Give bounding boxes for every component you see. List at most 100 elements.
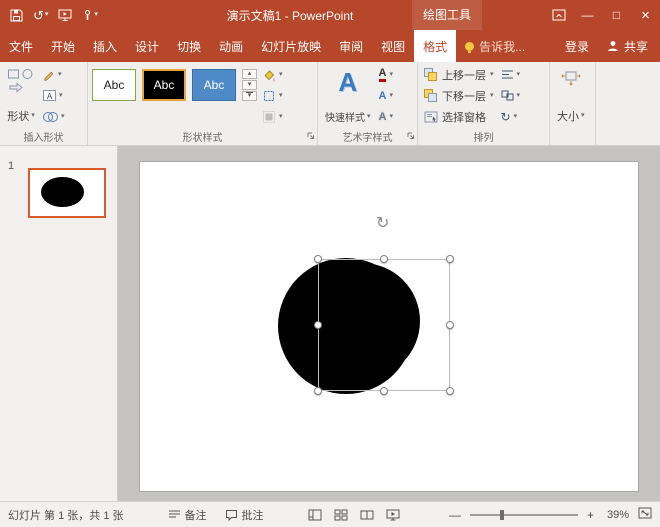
slide[interactable]: ↻ (140, 162, 638, 491)
selection-handle[interactable] (446, 387, 454, 395)
group-objects-button[interactable]: ▾ (499, 86, 523, 105)
shape-style-1[interactable]: Abc (92, 69, 136, 101)
gallery-scroll-down-button[interactable]: ▾ (242, 80, 257, 90)
text-outline-button[interactable]: A ▾ (377, 86, 395, 105)
comments-button[interactable]: 批注 (225, 507, 264, 523)
shape-effects-button[interactable]: ▾ (260, 107, 285, 126)
tab-format[interactable]: 格式 (414, 30, 456, 62)
fit-slide-button[interactable] (638, 507, 652, 522)
minimize-button[interactable]: — (573, 0, 602, 30)
shape-outline-icon (262, 89, 276, 103)
selection-handle[interactable] (446, 321, 454, 329)
zoom-out-button[interactable]: — (449, 508, 461, 522)
rotate-button[interactable]: ↻ ▾ (499, 107, 523, 126)
ribbon-display-options-icon (552, 9, 566, 21)
powerpoint-window: ↺ ▾ ▾ 演示文稿1 - PowerPoint 绘图工具 — □ × 文件 开… (0, 0, 660, 526)
quick-styles-label: 快速样式 (325, 109, 365, 124)
send-backward-button[interactable]: 下移一层 ▾ (422, 86, 496, 106)
tab-design[interactable]: 设计 (126, 30, 168, 62)
selection-handle[interactable] (314, 321, 322, 329)
tab-file[interactable]: 文件 (0, 30, 42, 62)
touch-mode-icon (82, 9, 93, 21)
reading-view-button[interactable] (360, 509, 374, 521)
zoom-slider[interactable] (470, 514, 578, 516)
slide-thumbnail-panel: 1 (0, 146, 118, 501)
slide-sorter-icon (334, 509, 348, 521)
slideshow-view-icon (386, 509, 400, 521)
merge-shapes-icon (43, 111, 58, 123)
tab-review[interactable]: 审阅 (330, 30, 372, 62)
undo-icon: ↺ (33, 9, 44, 22)
gallery-more-button[interactable]: ▾ (242, 91, 257, 101)
rotate-objects-icon: ↻ (501, 111, 511, 123)
tab-transitions[interactable]: 切换 (168, 30, 210, 62)
selection-pane-button[interactable]: 选择窗格 (422, 107, 496, 127)
edit-shape-button[interactable]: ▾ (41, 65, 67, 84)
gallery-arrows: ▴ ▾ ▾ (242, 69, 257, 101)
slide-sorter-view-button[interactable] (334, 509, 348, 521)
normal-view-button[interactable] (308, 509, 322, 521)
comments-label: 批注 (242, 507, 264, 523)
tab-view[interactable]: 视图 (372, 30, 414, 62)
shapes-gallery-button[interactable]: 形状 ▾ (4, 65, 38, 127)
tab-insert[interactable]: 插入 (84, 30, 126, 62)
thumbnail-shape (41, 177, 84, 207)
selection-handle[interactable] (314, 255, 322, 263)
edit-shape-icon (43, 69, 55, 81)
shapes-icon (7, 68, 35, 94)
quick-access-toolbar: ↺ ▾ ▾ (0, 4, 100, 26)
title-bar: ↺ ▾ ▾ 演示文稿1 - PowerPoint 绘图工具 — □ × (0, 0, 660, 30)
undo-button[interactable]: ↺ ▾ (31, 4, 50, 26)
slide-1-thumbnail[interactable] (28, 168, 106, 218)
selection-handle[interactable] (314, 387, 322, 395)
selection-handle[interactable] (446, 255, 454, 263)
share-button[interactable]: 共享 (607, 38, 648, 55)
shape-style-3[interactable]: Abc (192, 69, 236, 101)
quick-styles-button[interactable]: A 快速样式 ▾ (322, 65, 374, 127)
group-label-arrange: 排列 (418, 129, 549, 144)
tell-me-box[interactable]: 告诉我... (456, 30, 534, 62)
zoom-controls: — + 39% (449, 507, 652, 522)
bring-forward-button[interactable]: 上移一层 ▾ (422, 65, 496, 85)
close-button[interactable]: × (631, 0, 660, 30)
chevron-down-icon: ▾ (490, 71, 494, 79)
chevron-down-icon: ▾ (94, 11, 98, 19)
group-label-insert-shapes: 插入形状 (0, 129, 87, 144)
send-backward-icon (424, 89, 438, 103)
size-icon (561, 68, 581, 86)
ribbon-display-options-button[interactable] (544, 0, 573, 30)
zoom-in-button[interactable]: + (587, 508, 594, 522)
group-insert-shapes: 形状 ▾ ▾ A ▾ ▾ 插入形状 (0, 62, 88, 145)
start-slideshow-button[interactable] (56, 4, 74, 26)
text-box-button[interactable]: A ▾ (41, 86, 67, 105)
normal-view-icon (308, 509, 322, 521)
tab-slideshow[interactable]: 幻灯片放映 (252, 30, 330, 62)
text-effects-button[interactable]: A ▾ (377, 107, 395, 126)
tab-animations[interactable]: 动画 (210, 30, 252, 62)
save-button[interactable] (8, 4, 25, 26)
editing-canvas[interactable]: ↻ (118, 146, 660, 501)
zoom-percentage[interactable]: 39% (603, 509, 629, 521)
align-button[interactable]: ▾ (499, 65, 523, 84)
slide-number: 1 (8, 160, 14, 172)
sign-in-button[interactable]: 登录 (565, 38, 589, 55)
comments-icon (225, 509, 238, 521)
shape-fill-button[interactable]: ▾ (260, 65, 285, 84)
shape-outline-button[interactable]: ▾ (260, 86, 285, 105)
maximize-button[interactable]: □ (602, 0, 631, 30)
size-button[interactable]: 大小 ▾ (554, 65, 588, 127)
chevron-down-icon: ▾ (59, 92, 63, 100)
shape-style-2-selected[interactable]: Abc (142, 69, 186, 101)
notes-button[interactable]: 备注 (168, 507, 207, 523)
touch-mode-button[interactable]: ▾ (80, 4, 100, 26)
gallery-scroll-up-button[interactable]: ▴ (242, 69, 257, 79)
selection-handle[interactable] (380, 255, 388, 263)
tab-home[interactable]: 开始 (42, 30, 84, 62)
merge-shapes-button[interactable]: ▾ (41, 107, 67, 126)
slideshow-view-button[interactable] (386, 509, 400, 521)
text-fill-button[interactable]: A ▾ (377, 65, 395, 84)
rotation-handle[interactable]: ↻ (376, 216, 389, 232)
zoom-slider-thumb[interactable] (500, 510, 504, 520)
selection-pane-icon (424, 111, 438, 123)
selection-handle[interactable] (380, 387, 388, 395)
